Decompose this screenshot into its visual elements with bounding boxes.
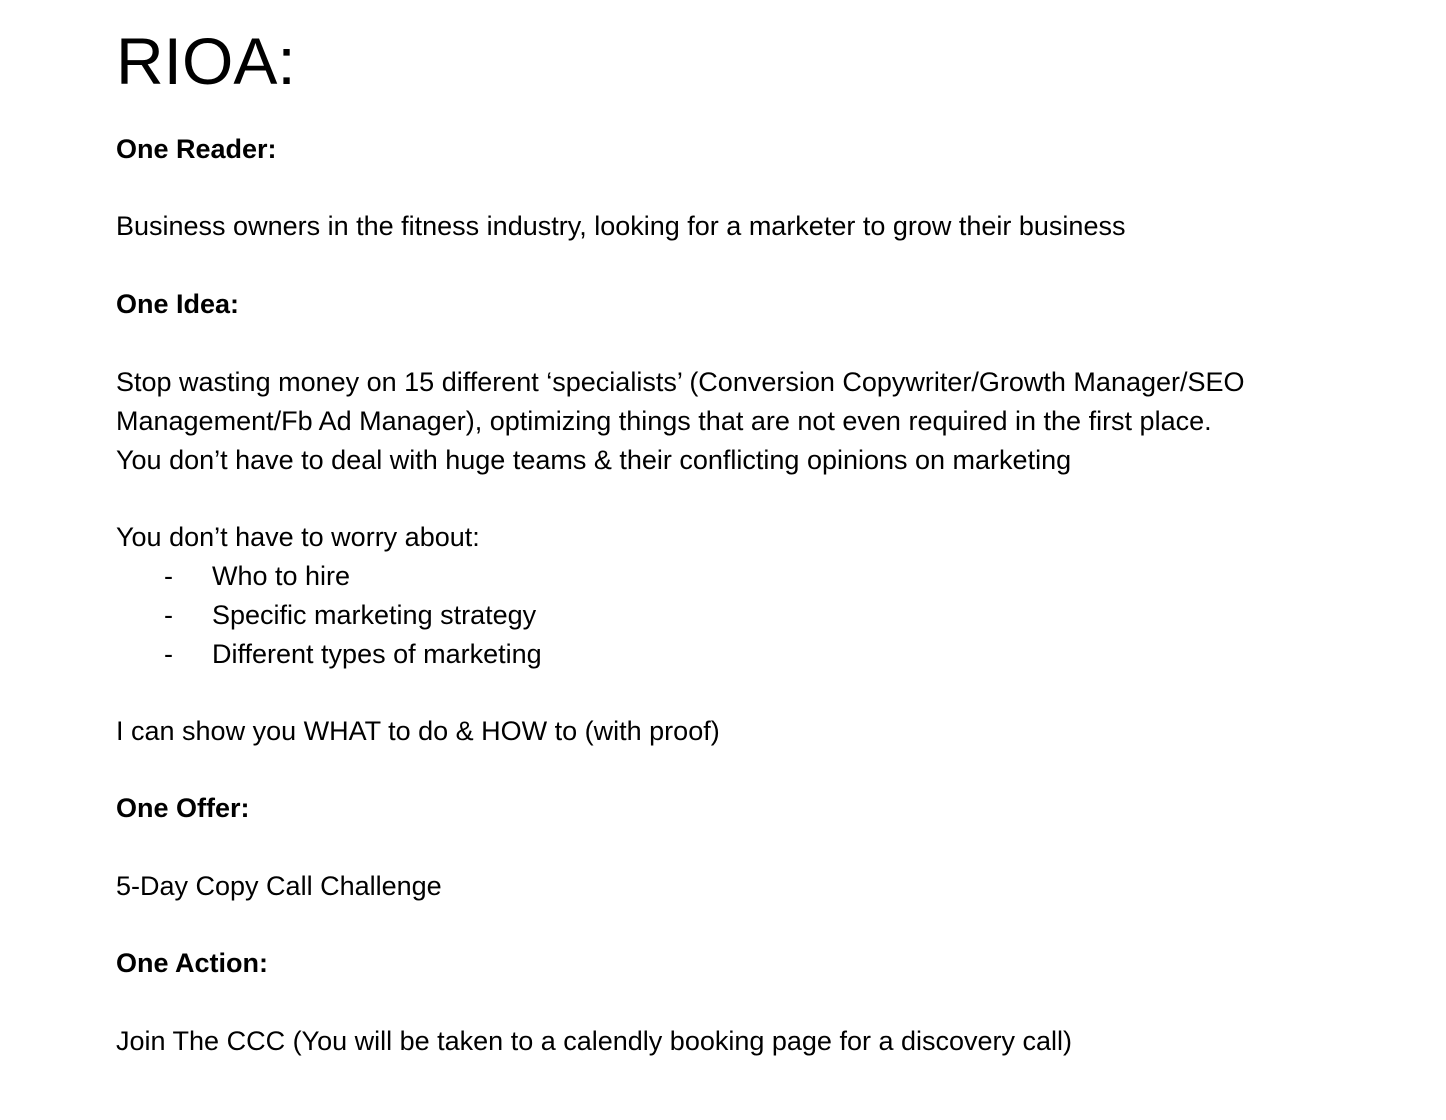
document-title: RIOA: [116,24,296,98]
list-item-text: Specific marketing strategy [212,600,537,630]
offer-text: 5-Day Copy Call Challenge [116,871,442,901]
idea-paragraph-line: You don’t have to deal with huge teams &… [116,445,1072,475]
idea-paragraph-line: Stop wasting money on 15 different ‘spec… [116,367,1245,397]
idea-paragraph-line: Management/Fb Ad Manager), optimizing th… [116,406,1212,436]
list-item-text: Who to hire [212,561,351,591]
bullet-dash: - [164,561,173,591]
offer-heading: One Offer: [116,793,250,823]
idea-paragraph: Stop wasting money on 15 different ‘spec… [116,363,1416,480]
bullet-dash: - [164,639,173,669]
idea-closing: I can show you WHAT to do & HOW to (with… [116,716,720,746]
list-item-text: Different types of marketing [212,639,542,669]
reader-text: Business owners in the fitness industry,… [116,211,1126,241]
reader-heading: One Reader: [116,134,277,164]
bullet-dash: - [164,600,173,630]
action-text: Join The CCC (You will be taken to a cal… [116,1026,1073,1056]
idea-heading: One Idea: [116,289,240,319]
action-heading: One Action: [116,948,268,978]
worry-intro: You don’t have to worry about: [116,522,480,552]
